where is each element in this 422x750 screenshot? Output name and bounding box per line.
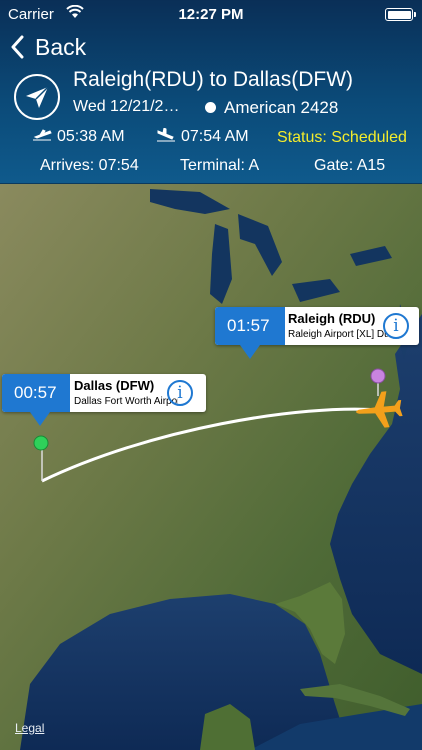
destination-name: Dallas (DFW) [74,378,155,393]
takeoff-icon [33,129,52,141]
dot-icon [205,102,216,113]
flight-map[interactable]: 01:57 Raleigh (RDU) Raleigh Airport [XL]… [0,184,422,750]
origin-callout[interactable]: 01:57 Raleigh (RDU) Raleigh Airport [XL]… [215,307,419,359]
paper-plane-icon [14,74,60,120]
flight-header: Carrier 12:27 PM Back Raleigh(RDU) to Da… [0,0,422,183]
arrival-time: 07:54 AM [156,127,249,148]
back-label: Back [35,33,87,60]
airline-label: American 2428 [224,98,339,117]
destination-callout[interactable]: 00:57 Dallas (DFW) Dallas Fort Worth Air… [2,374,206,426]
origin-callout-tail [240,345,260,359]
flight-status: Status: Scheduled [277,129,407,146]
legal-link[interactable]: Legal [15,721,44,735]
arrival-time-label: 07:54 AM [181,128,249,145]
satellite-map[interactable] [0,184,422,750]
status-bar: Carrier 12:27 PM [0,0,422,30]
terminal-label: Terminal: A [180,157,260,174]
chevron-left-icon [11,35,24,59]
back-button[interactable]: Back [10,33,86,61]
landing-icon [157,127,175,142]
origin-info-icon[interactable]: i [383,313,409,339]
battery-icon [385,8,416,21]
flight-route: Raleigh(RDU) to Dallas(DFW) [73,68,354,91]
arrives-label: Arrives: 07:54 [40,157,139,174]
origin-airport: Raleigh Airport [XL] Durh… [288,329,388,340]
airline-flight: American 2428 [205,98,338,118]
departure-time: 05:38 AM [32,128,125,148]
destination-airport: Dallas Fort Worth Airport [74,396,178,407]
clock: 12:27 PM [178,6,244,23]
flight-date: Wed 12/21/2… [73,98,180,115]
destination-duration: 00:57 [2,374,70,412]
destination-callout-tail [30,412,50,426]
origin-duration: 01:57 [215,307,285,345]
departure-time-label: 05:38 AM [57,128,125,145]
gate-label: Gate: A15 [314,157,386,174]
origin-name: Raleigh (RDU) [288,311,376,326]
destination-info-icon[interactable]: i [167,380,193,406]
